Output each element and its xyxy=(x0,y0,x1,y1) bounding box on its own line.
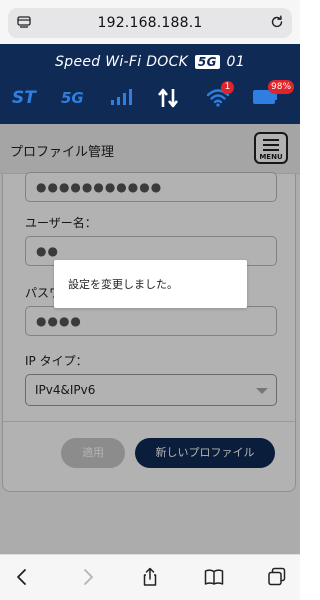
device-header: Speed Wi-Fi DOCK 5G 01 ST 5G 1 98% xyxy=(0,44,300,124)
device-brand: Speed Wi-Fi DOCK 5G 01 xyxy=(0,54,300,70)
wifi-clients-badge: 1 xyxy=(221,81,234,94)
updown-arrows-icon xyxy=(157,88,179,108)
signal-icon xyxy=(111,89,132,105)
reload-icon[interactable] xyxy=(270,15,284,29)
address-bar[interactable]: 192.168.188.1 xyxy=(8,8,292,38)
toast-message: 設定を変更しました。 xyxy=(68,278,178,291)
bookmarks-icon[interactable] xyxy=(204,567,224,587)
brand-model: 01 xyxy=(226,54,245,70)
forward-icon[interactable] xyxy=(78,567,98,587)
browser-toolbar xyxy=(0,554,300,600)
url-text[interactable]: 192.168.188.1 xyxy=(8,15,292,31)
modal-overlay xyxy=(0,124,300,554)
status-bar: ST 5G 1 98% xyxy=(0,80,300,112)
share-icon[interactable] xyxy=(140,567,160,587)
st-status-label: ST xyxy=(12,88,36,108)
back-icon[interactable] xyxy=(12,567,32,587)
brand-5g-badge: 5G xyxy=(194,55,220,69)
browser-address-area: 192.168.188.1 xyxy=(0,0,300,44)
settings-saved-toast: 設定を変更しました。 xyxy=(54,260,247,308)
network-type-label: 5G xyxy=(61,89,84,107)
battery-percent-badge: 98% xyxy=(268,80,295,94)
tabs-overview-icon[interactable] xyxy=(267,567,287,587)
brand-name: Speed Wi-Fi DOCK xyxy=(55,54,189,70)
